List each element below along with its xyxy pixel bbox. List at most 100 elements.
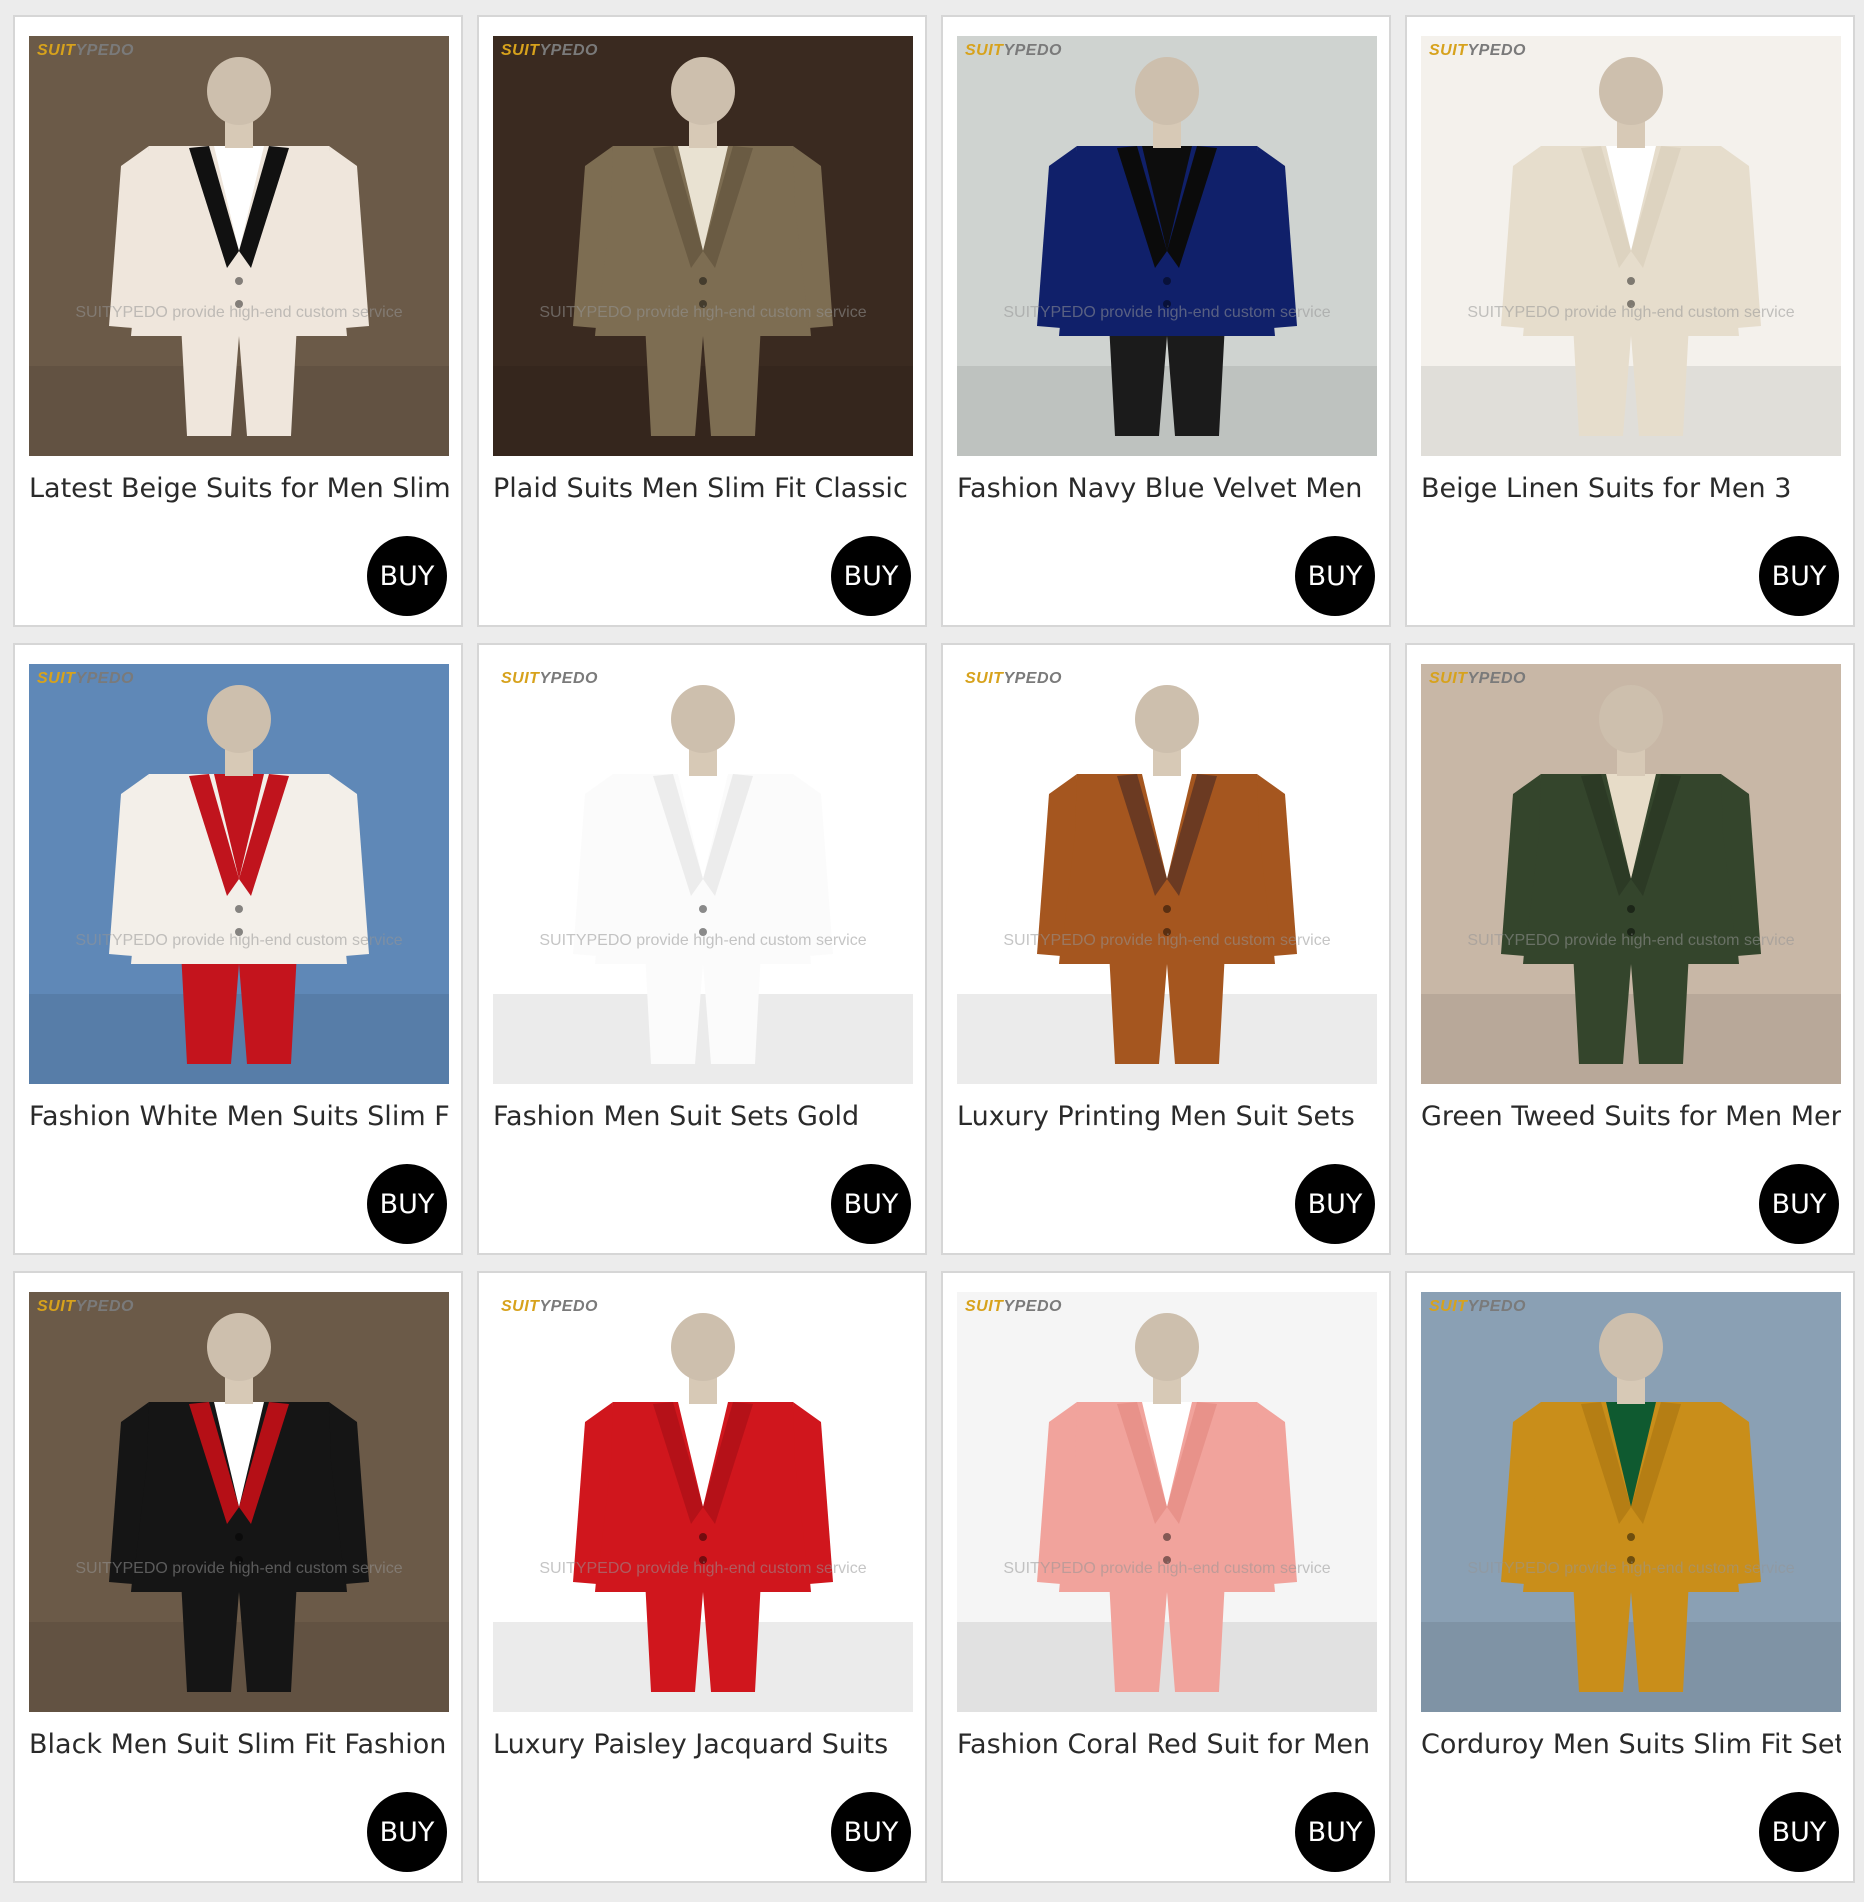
brand-logo: SUITYPEDO	[965, 1298, 1062, 1316]
product-title[interactable]: Latest Beige Suits for Men Slim	[29, 473, 449, 504]
suit-illustration	[493, 1292, 913, 1712]
product-image[interactable]: SUITYPEDO SUITYPEDO provide high-end cust…	[1421, 36, 1841, 456]
suit-illustration	[29, 1292, 449, 1712]
product-image[interactable]: SUITYPEDO SUITYPEDO provide high-end cust…	[1421, 1292, 1841, 1712]
suit-illustration	[957, 1292, 1377, 1712]
product-card[interactable]: SUITYPEDO SUITYPEDO provide high-end cust…	[941, 643, 1391, 1255]
brand-logo: SUITYPEDO	[501, 670, 598, 688]
product-image[interactable]: SUITYPEDO SUITYPEDO provide high-end cust…	[29, 664, 449, 1084]
brand-logo-part1: SUIT	[965, 42, 1004, 59]
product-image[interactable]: SUITYPEDO SUITYPEDO provide high-end cust…	[493, 1292, 913, 1712]
brand-logo-part1: SUIT	[1429, 1298, 1468, 1315]
buy-button[interactable]: BUY	[831, 1792, 911, 1872]
brand-logo-part1: SUIT	[965, 670, 1004, 687]
suit-illustration	[493, 664, 913, 1084]
buy-button[interactable]: BUY	[1759, 1792, 1839, 1872]
brand-logo-part2: YPEDO	[1467, 42, 1526, 59]
product-title[interactable]: Beige Linen Suits for Men 3	[1421, 473, 1841, 504]
brand-logo: SUITYPEDO	[501, 42, 598, 60]
brand-logo-part2: YPEDO	[1003, 670, 1062, 687]
product-card[interactable]: SUITYPEDO SUITYPEDO provide high-end cust…	[13, 15, 463, 627]
brand-logo-part1: SUIT	[1429, 42, 1468, 59]
suit-illustration	[29, 664, 449, 1084]
product-title[interactable]: Green Tweed Suits for Men Men	[1421, 1101, 1841, 1132]
product-image[interactable]: SUITYPEDO SUITYPEDO provide high-end cust…	[957, 36, 1377, 456]
buy-button[interactable]: BUY	[1295, 1792, 1375, 1872]
brand-logo: SUITYPEDO	[965, 670, 1062, 688]
brand-logo-part2: YPEDO	[539, 1298, 598, 1315]
product-card[interactable]: SUITYPEDO SUITYPEDO provide high-end cust…	[941, 15, 1391, 627]
product-card[interactable]: SUITYPEDO SUITYPEDO provide high-end cust…	[477, 1271, 927, 1883]
brand-logo: SUITYPEDO	[37, 670, 134, 688]
product-card[interactable]: SUITYPEDO SUITYPEDO provide high-end cust…	[1405, 1271, 1855, 1883]
buy-button[interactable]: BUY	[367, 1164, 447, 1244]
product-card[interactable]: SUITYPEDO SUITYPEDO provide high-end cust…	[477, 643, 927, 1255]
suit-illustration	[1421, 664, 1841, 1084]
brand-logo-part2: YPEDO	[75, 670, 134, 687]
product-image[interactable]: SUITYPEDO SUITYPEDO provide high-end cust…	[957, 1292, 1377, 1712]
brand-logo-part2: YPEDO	[75, 42, 134, 59]
watermark-text: SUITYPEDO provide high-end custom servic…	[75, 304, 403, 321]
product-card[interactable]: SUITYPEDO SUITYPEDO provide high-end cust…	[1405, 15, 1855, 627]
product-card[interactable]: SUITYPEDO SUITYPEDO provide high-end cust…	[1405, 643, 1855, 1255]
suit-illustration	[957, 664, 1377, 1084]
brand-logo: SUITYPEDO	[37, 42, 134, 60]
watermark-text: SUITYPEDO provide high-end custom servic…	[1003, 304, 1331, 321]
product-title[interactable]: Luxury Printing Men Suit Sets	[957, 1101, 1377, 1132]
brand-logo: SUITYPEDO	[37, 1298, 134, 1316]
product-image[interactable]: SUITYPEDO SUITYPEDO provide high-end cust…	[493, 664, 913, 1084]
product-title[interactable]: Black Men Suit Slim Fit Fashion	[29, 1729, 449, 1760]
product-title[interactable]: Fashion White Men Suits Slim Fit	[29, 1101, 449, 1132]
watermark-text: SUITYPEDO provide high-end custom servic…	[1003, 932, 1331, 949]
buy-button[interactable]: BUY	[1759, 1164, 1839, 1244]
product-image[interactable]: SUITYPEDO SUITYPEDO provide high-end cust…	[493, 36, 913, 456]
brand-logo-part1: SUIT	[37, 1298, 76, 1315]
buy-button[interactable]: BUY	[831, 536, 911, 616]
buy-button[interactable]: BUY	[367, 1792, 447, 1872]
brand-logo-part1: SUIT	[37, 42, 76, 59]
buy-button[interactable]: BUY	[831, 1164, 911, 1244]
brand-logo-part1: SUIT	[965, 1298, 1004, 1315]
brand-logo-part1: SUIT	[37, 670, 76, 687]
brand-logo-part1: SUIT	[501, 42, 540, 59]
product-card[interactable]: SUITYPEDO SUITYPEDO provide high-end cust…	[941, 1271, 1391, 1883]
product-image[interactable]: SUITYPEDO SUITYPEDO provide high-end cust…	[1421, 664, 1841, 1084]
watermark-text: SUITYPEDO provide high-end custom servic…	[75, 1560, 403, 1577]
brand-logo-part1: SUIT	[1429, 670, 1468, 687]
watermark-text: SUITYPEDO provide high-end custom servic…	[539, 1560, 867, 1577]
watermark-text: SUITYPEDO provide high-end custom servic…	[539, 304, 867, 321]
product-title[interactable]: Corduroy Men Suits Slim Fit Set	[1421, 1729, 1841, 1760]
buy-button[interactable]: BUY	[367, 536, 447, 616]
buy-button[interactable]: BUY	[1759, 536, 1839, 616]
watermark-text: SUITYPEDO provide high-end custom servic…	[1467, 304, 1795, 321]
brand-logo-part2: YPEDO	[539, 670, 598, 687]
brand-logo-part1: SUIT	[501, 1298, 540, 1315]
product-card[interactable]: SUITYPEDO SUITYPEDO provide high-end cust…	[13, 1271, 463, 1883]
brand-logo-part2: YPEDO	[539, 42, 598, 59]
product-title[interactable]: Plaid Suits Men Slim Fit Classic	[493, 473, 913, 504]
suit-illustration	[29, 36, 449, 456]
product-grid: SUITYPEDO SUITYPEDO provide high-end cust…	[13, 15, 1855, 1883]
brand-logo-part2: YPEDO	[1003, 42, 1062, 59]
brand-logo-part2: YPEDO	[1467, 1298, 1526, 1315]
buy-button[interactable]: BUY	[1295, 536, 1375, 616]
product-card[interactable]: SUITYPEDO SUITYPEDO provide high-end cust…	[13, 643, 463, 1255]
brand-logo-part2: YPEDO	[1467, 670, 1526, 687]
watermark-text: SUITYPEDO provide high-end custom servic…	[539, 932, 867, 949]
product-title[interactable]: Fashion Coral Red Suit for Men	[957, 1729, 1377, 1760]
product-title[interactable]: Luxury Paisley Jacquard Suits	[493, 1729, 913, 1760]
product-image[interactable]: SUITYPEDO SUITYPEDO provide high-end cust…	[29, 1292, 449, 1712]
product-card[interactable]: SUITYPEDO SUITYPEDO provide high-end cust…	[477, 15, 927, 627]
product-title[interactable]: Fashion Navy Blue Velvet Men	[957, 473, 1377, 504]
buy-button[interactable]: BUY	[1295, 1164, 1375, 1244]
brand-logo: SUITYPEDO	[1429, 670, 1526, 688]
brand-logo: SUITYPEDO	[501, 1298, 598, 1316]
product-image[interactable]: SUITYPEDO SUITYPEDO provide high-end cust…	[29, 36, 449, 456]
brand-logo: SUITYPEDO	[965, 42, 1062, 60]
product-title[interactable]: Fashion Men Suit Sets Gold	[493, 1101, 913, 1132]
suit-illustration	[1421, 36, 1841, 456]
watermark-text: SUITYPEDO provide high-end custom servic…	[1467, 1560, 1795, 1577]
brand-logo-part2: YPEDO	[1003, 1298, 1062, 1315]
brand-logo: SUITYPEDO	[1429, 42, 1526, 60]
product-image[interactable]: SUITYPEDO SUITYPEDO provide high-end cust…	[957, 664, 1377, 1084]
